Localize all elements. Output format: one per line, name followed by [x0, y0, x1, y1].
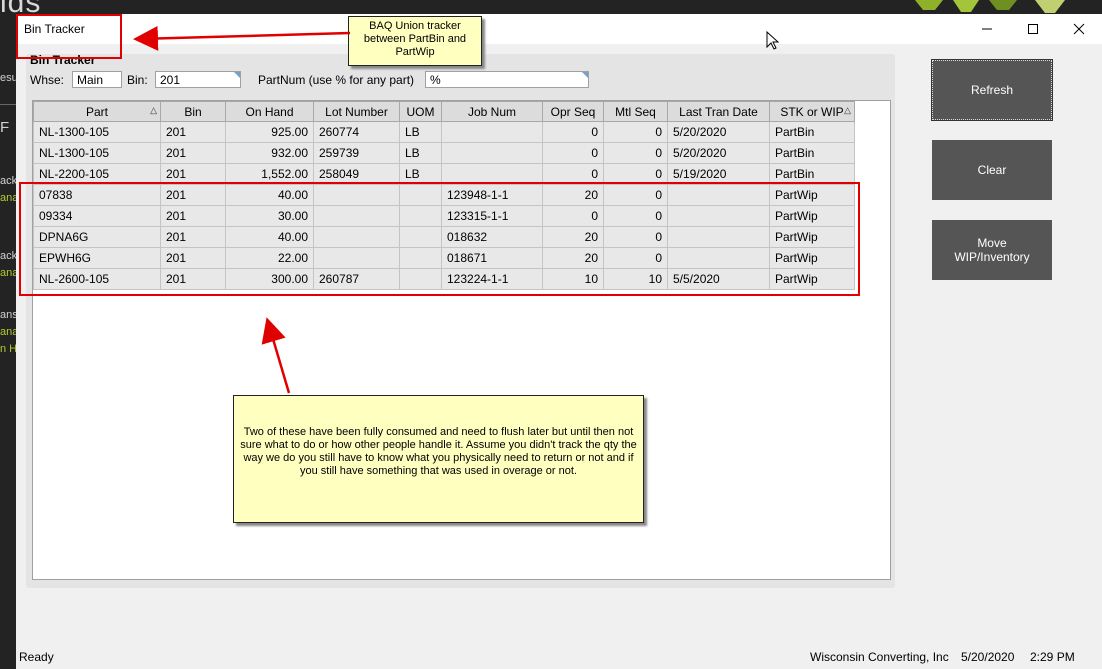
column-header-label: Job Num: [467, 104, 517, 119]
grid-cell[interactable]: [441, 121, 543, 143]
title-highlight-box: [16, 14, 122, 59]
column-header-label: Part: [85, 104, 108, 119]
partnum-input[interactable]: %: [425, 71, 589, 88]
column-header[interactable]: STK or WIP △: [769, 101, 855, 122]
consumed-note-callout: Two of these have been fully consumed an…: [233, 395, 644, 523]
column-header[interactable]: On Hand: [225, 101, 314, 122]
baq-union-callout: BAQ Union tracker between PartBin and Pa…: [348, 16, 482, 66]
grid-cell[interactable]: 201: [160, 121, 226, 143]
background-logo-graphic: [905, 0, 1102, 14]
bin-tracker-window: Bin Tracker Bin Tracker Whse: Main Bin: …: [16, 14, 1102, 669]
whse-value: Main: [77, 73, 104, 87]
minimize-button[interactable]: [964, 14, 1010, 44]
sort-ascending-icon: △: [844, 105, 851, 115]
grid-cell[interactable]: 932.00: [225, 142, 314, 164]
status-date: 5/20/2020: [961, 650, 1015, 664]
bin-value: 201: [160, 73, 181, 87]
column-header[interactable]: Job Num: [441, 101, 543, 122]
column-header[interactable]: Mtl Seq: [603, 101, 668, 122]
grid-cell[interactable]: 259739: [313, 142, 400, 164]
column-header-label: Lot Number: [325, 104, 388, 119]
grid-cell[interactable]: 5/20/2020: [667, 142, 770, 164]
bin-input[interactable]: 201: [155, 71, 241, 88]
close-button[interactable]: [1056, 14, 1102, 44]
grid-cell[interactable]: NL-1300-105: [33, 142, 161, 164]
status-bar: Ready Wisconsin Converting, Inc 5/20/202…: [16, 646, 1102, 669]
column-header[interactable]: Bin: [160, 101, 226, 122]
grid-cell[interactable]: NL-1300-105: [33, 121, 161, 143]
move-wip-inventory-button[interactable]: Move WIP/Inventory: [932, 220, 1052, 280]
background-divider: [0, 104, 16, 105]
column-header-label: STK or WIP: [780, 104, 844, 119]
grid-cell[interactable]: [441, 142, 543, 164]
background-label: ack: [0, 250, 18, 262]
grid-cell[interactable]: 0: [542, 142, 604, 164]
column-header-label: Mtl Seq: [615, 104, 656, 119]
status-company: Wisconsin Converting, Inc: [810, 650, 949, 664]
grid-cell[interactable]: 0: [603, 142, 668, 164]
whse-input[interactable]: Main: [72, 71, 122, 88]
maximize-button[interactable]: [1010, 14, 1056, 44]
column-header[interactable]: Lot Number: [313, 101, 400, 122]
column-header-label: UOM: [406, 104, 435, 119]
table-row[interactable]: NL-1300-105 201 925.00 260774 LB 0 0 5/20/2020 P…: [33, 121, 855, 143]
column-header[interactable]: UOM: [399, 101, 442, 122]
table-row[interactable]: NL-1300-105 201 932.00 259739 LB 0 0 5/20/2020 P…: [33, 142, 855, 164]
grid-header-row: Part △ Bin On Hand Lot Number UOM Job Num Opr S…: [33, 101, 855, 122]
column-header[interactable]: Opr Seq: [542, 101, 604, 122]
column-header[interactable]: Part △: [33, 101, 161, 122]
grid-cell[interactable]: LB: [399, 121, 442, 143]
grid-cell[interactable]: 5/20/2020: [667, 121, 770, 143]
grid-cell[interactable]: 201: [160, 142, 226, 164]
sort-ascending-icon: △: [150, 105, 157, 115]
grid-cell[interactable]: 0: [603, 121, 668, 143]
status-text: Ready: [19, 650, 54, 664]
column-header-label: Opr Seq: [550, 104, 596, 119]
maximize-icon: [1028, 24, 1038, 34]
partnum-label: PartNum (use % for any part): [258, 73, 415, 87]
column-header-label: On Hand: [245, 104, 294, 119]
whse-label: Whse:: [30, 73, 65, 87]
partnum-value: %: [430, 73, 441, 87]
bin-label: Bin:: [127, 73, 148, 87]
grid-cell[interactable]: PartBin: [769, 142, 855, 164]
grid-cell[interactable]: PartBin: [769, 121, 855, 143]
partwip-rows-highlight-box: [19, 182, 860, 296]
status-time: 2:29 PM: [1030, 650, 1075, 664]
grid-cell[interactable]: 925.00: [225, 121, 314, 143]
refresh-button[interactable]: Refresh: [931, 59, 1053, 121]
column-header[interactable]: Last Tran Date: [667, 101, 770, 122]
column-header-label: Last Tran Date: [679, 104, 758, 119]
minimize-icon: [982, 28, 992, 30]
column-header-label: Bin: [184, 104, 202, 119]
grid-cell[interactable]: 260774: [313, 121, 400, 143]
clear-button[interactable]: Clear: [932, 140, 1052, 200]
title-bar[interactable]: Bin Tracker: [16, 14, 1102, 44]
grid-cell[interactable]: LB: [399, 142, 442, 164]
grid-cell[interactable]: 0: [542, 121, 604, 143]
background-label: F: [0, 119, 10, 136]
background-label: ack: [0, 175, 18, 187]
close-icon: [1073, 23, 1085, 35]
